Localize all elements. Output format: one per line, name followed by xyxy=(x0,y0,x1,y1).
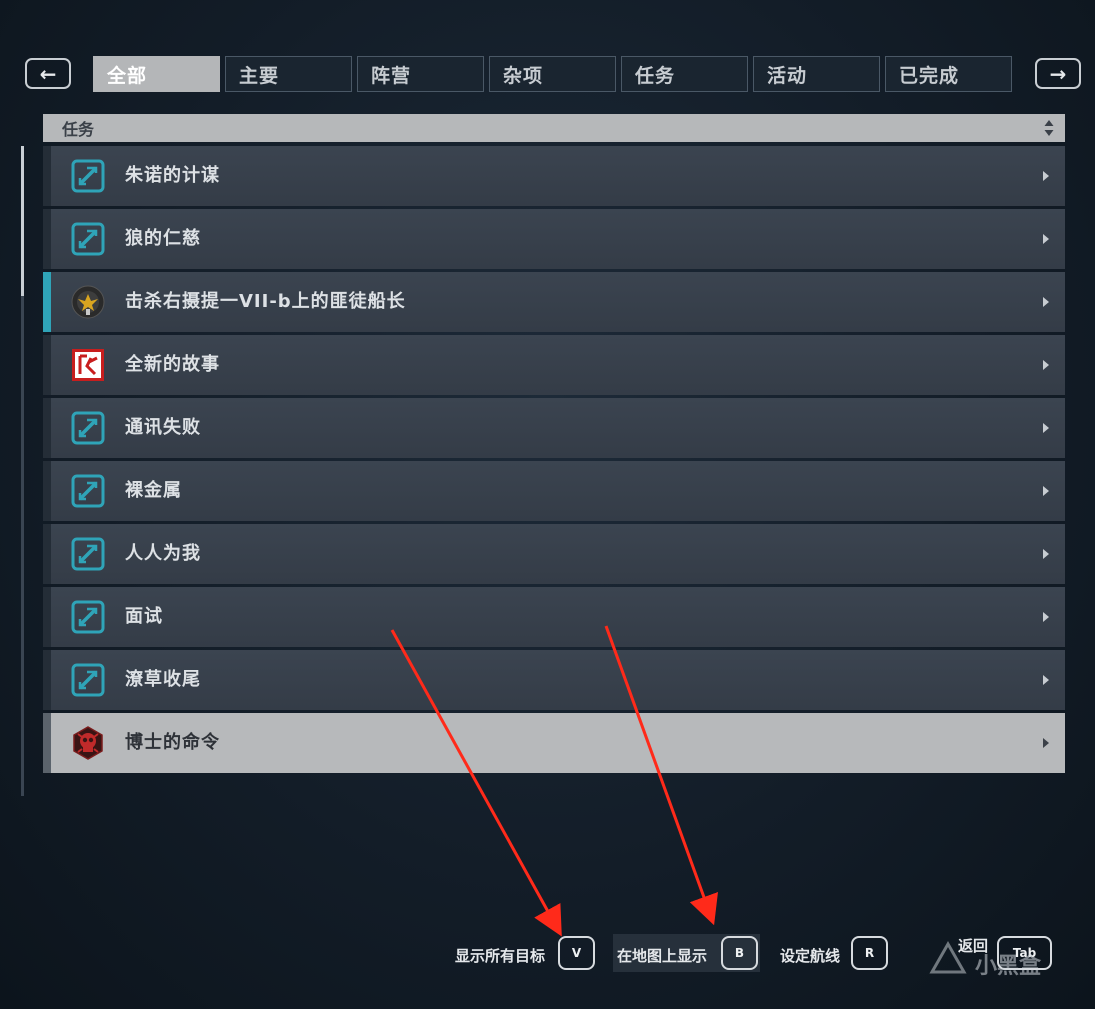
tab-mission[interactable]: 任务 xyxy=(621,56,748,92)
quest-title: 狼的仁慈 xyxy=(125,228,201,249)
tab-faction[interactable]: 阵营 xyxy=(357,56,484,92)
quest-row[interactable]: 潦草收尾 xyxy=(43,650,1065,710)
watermark-logo-icon xyxy=(929,940,967,974)
chevron-right-icon xyxy=(1043,486,1049,496)
hint-set-course: 设定航线 xyxy=(780,947,841,965)
chevron-right-icon xyxy=(1043,612,1049,622)
arrow-left-icon: ← xyxy=(39,61,57,86)
chevron-right-icon xyxy=(1043,423,1049,433)
key-b-button[interactable]: B xyxy=(721,936,758,970)
chevron-right-icon xyxy=(1043,234,1049,244)
hint-show-on-map: 在地图上显示 xyxy=(617,947,708,965)
prev-category-button[interactable]: ← xyxy=(25,58,71,89)
quest-row[interactable]: 裸金属 xyxy=(43,461,1065,521)
quest-title: 潦草收尾 xyxy=(125,669,201,690)
chevron-right-icon xyxy=(1043,738,1049,748)
quest-row[interactable]: 全新的故事 xyxy=(43,335,1065,395)
quest-title: 人人为我 xyxy=(125,543,201,564)
tab-completed[interactable]: 已完成 xyxy=(885,56,1012,92)
mission-icon xyxy=(71,537,105,571)
faction-emblem-icon xyxy=(71,285,105,319)
mission-icon xyxy=(71,663,105,697)
category-tab-bar: ← 全部 主要 阵营 杂项 任务 活动 已完成 → xyxy=(25,56,1085,93)
tab-all[interactable]: 全部 xyxy=(93,56,220,92)
quest-row[interactable]: 狼的仁慈 xyxy=(43,209,1065,269)
key-r-button[interactable]: R xyxy=(851,936,888,970)
quest-title: 通讯失败 xyxy=(125,417,201,438)
quest-title: 朱诺的计谋 xyxy=(125,165,220,186)
mission-icon xyxy=(71,159,105,193)
sort-dropdown-label: 任务 xyxy=(62,120,95,139)
hint-show-all-targets: 显示所有目标 xyxy=(455,947,546,965)
chevron-right-icon xyxy=(1043,297,1049,307)
watermark-text: 小黑盒 xyxy=(975,954,1042,979)
quest-row[interactable]: 朱诺的计谋 xyxy=(43,146,1065,206)
mission-icon xyxy=(71,600,105,634)
next-category-button[interactable]: → xyxy=(1035,58,1081,89)
skull-emblem-icon xyxy=(73,726,103,760)
quest-title: 全新的故事 xyxy=(125,354,220,375)
key-v-button[interactable]: V xyxy=(558,936,595,970)
list-scrollbar-thumb[interactable] xyxy=(21,146,24,296)
quest-title: 击杀右摄提一VII-b上的匪徒船长 xyxy=(125,291,406,312)
red-faction-icon xyxy=(72,349,104,381)
mission-icon xyxy=(71,474,105,508)
chevron-right-icon xyxy=(1043,171,1049,181)
chevron-right-icon xyxy=(1043,360,1049,370)
tab-misc[interactable]: 杂项 xyxy=(489,56,616,92)
quest-title: 面试 xyxy=(125,606,163,627)
quest-row[interactable]: 击杀右摄提一VII-b上的匪徒船长 xyxy=(43,272,1065,332)
tab-activity[interactable]: 活动 xyxy=(753,56,880,92)
quest-row-selected[interactable]: 博士的命令 xyxy=(43,713,1065,773)
quest-row[interactable]: 面试 xyxy=(43,587,1065,647)
quest-row[interactable]: 人人为我 xyxy=(43,524,1065,584)
quest-row[interactable]: 通讯失败 xyxy=(43,398,1065,458)
mission-icon xyxy=(71,411,105,445)
tab-main[interactable]: 主要 xyxy=(225,56,352,92)
chevron-right-icon xyxy=(1043,549,1049,559)
chevron-right-icon xyxy=(1043,675,1049,685)
mission-icon xyxy=(71,222,105,256)
arrow-right-icon: → xyxy=(1049,61,1067,86)
tracked-indicator xyxy=(43,272,51,332)
sort-dropdown[interactable]: 任务 xyxy=(43,114,1065,142)
quest-title: 博士的命令 xyxy=(125,732,220,753)
quest-title: 裸金属 xyxy=(125,480,182,501)
sort-updown-icon xyxy=(1044,120,1054,136)
